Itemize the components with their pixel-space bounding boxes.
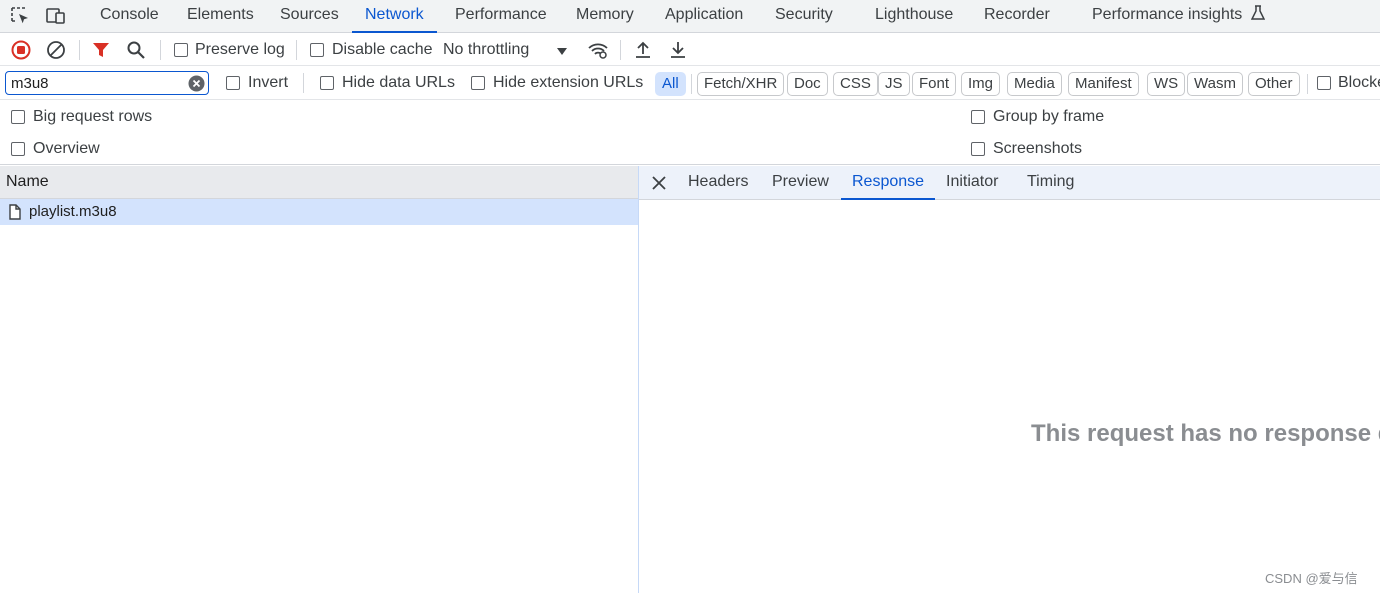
export-har-icon[interactable] bbox=[667, 39, 689, 61]
tab-headers[interactable]: Headers bbox=[677, 166, 759, 200]
type-filter-other[interactable]: Other bbox=[1248, 72, 1300, 96]
network-settings: Big request rows Overview Group by frame… bbox=[0, 100, 1380, 165]
disable-cache-checkbox[interactable] bbox=[310, 43, 324, 57]
type-filter-js[interactable]: JS bbox=[878, 72, 910, 96]
tab-recorder[interactable]: Recorder bbox=[984, 0, 1050, 33]
tab-performance-insights-label: Performance insights bbox=[1092, 6, 1243, 23]
group-by-frame-checkbox[interactable] bbox=[971, 110, 985, 124]
type-filter-css[interactable]: CSS bbox=[833, 72, 878, 96]
screenshots-checkbox[interactable] bbox=[971, 142, 985, 156]
preserve-log-checkbox[interactable] bbox=[174, 43, 188, 57]
screenshots-label: Screenshots bbox=[993, 140, 1082, 157]
table-row[interactable]: playlist.m3u8 bbox=[0, 199, 638, 225]
flask-icon bbox=[1250, 5, 1265, 20]
request-name: playlist.m3u8 bbox=[29, 203, 117, 220]
document-icon bbox=[8, 204, 22, 220]
hide-data-urls-checkbox[interactable] bbox=[320, 76, 334, 90]
type-filter-media[interactable]: Media bbox=[1007, 72, 1062, 96]
preserve-log-label: Preserve log bbox=[195, 41, 285, 58]
tab-performance[interactable]: Performance bbox=[455, 0, 547, 33]
throttling-select[interactable]: No throttling bbox=[443, 40, 529, 60]
clear-filter-icon[interactable] bbox=[188, 75, 205, 92]
filter-divider bbox=[1307, 74, 1308, 94]
tab-preview[interactable]: Preview bbox=[761, 166, 840, 200]
network-toolbar: Preserve log Disable cache No throttling bbox=[0, 33, 1380, 66]
blocked-requests-label: Blocke bbox=[1338, 74, 1380, 91]
group-by-frame-label: Group by frame bbox=[993, 108, 1105, 125]
inspect-element-icon[interactable] bbox=[10, 6, 32, 26]
tab-lighthouse[interactable]: Lighthouse bbox=[875, 0, 953, 33]
type-filter-doc[interactable]: Doc bbox=[787, 72, 828, 96]
hide-extension-urls-label: Hide extension URLs bbox=[493, 74, 644, 91]
blocked-requests-checkbox[interactable] bbox=[1317, 76, 1331, 90]
filter-divider bbox=[691, 74, 692, 94]
filter-bar: Invert Hide data URLs Hide extension URL… bbox=[0, 66, 1380, 100]
watermark: CSDN @爱与信 bbox=[1265, 571, 1358, 586]
tab-security[interactable]: Security bbox=[775, 0, 833, 33]
requests-table: Name playlist.m3u8 bbox=[0, 166, 638, 593]
column-header-name[interactable]: Name bbox=[6, 173, 49, 191]
tab-application[interactable]: Application bbox=[665, 0, 743, 33]
devtools-tab-bar: Console Elements Sources Network Perform… bbox=[0, 0, 1380, 33]
tab-timing[interactable]: Timing bbox=[1016, 166, 1085, 200]
close-icon[interactable] bbox=[651, 175, 667, 191]
type-filter-font[interactable]: Font bbox=[912, 72, 957, 96]
hide-data-urls-label: Hide data URLs bbox=[342, 74, 455, 91]
search-icon[interactable] bbox=[125, 39, 147, 61]
big-request-rows-label: Big request rows bbox=[33, 108, 153, 125]
requests-table-header: Name bbox=[0, 166, 638, 199]
type-filter-fetch-xhr[interactable]: Fetch/XHR bbox=[697, 72, 785, 96]
import-har-icon[interactable] bbox=[632, 39, 654, 61]
tab-console[interactable]: Console bbox=[100, 0, 159, 33]
toolbar-divider bbox=[296, 40, 297, 60]
big-request-rows-checkbox[interactable] bbox=[11, 110, 25, 124]
type-filter-wasm[interactable]: Wasm bbox=[1187, 72, 1243, 96]
filter-input[interactable] bbox=[11, 74, 181, 93]
toolbar-divider bbox=[620, 40, 621, 60]
toolbar-divider bbox=[79, 40, 80, 60]
clear-icon[interactable] bbox=[45, 39, 67, 61]
hide-extension-urls-checkbox[interactable] bbox=[471, 76, 485, 90]
empty-response-message: This request has no response d bbox=[1031, 420, 1380, 447]
dropdown-arrow-icon[interactable] bbox=[555, 44, 569, 55]
invert-label: Invert bbox=[248, 74, 289, 91]
overview-checkbox[interactable] bbox=[11, 142, 25, 156]
tab-sources[interactable]: Sources bbox=[280, 0, 339, 33]
type-filter-img[interactable]: Img bbox=[961, 72, 1001, 96]
request-detail-panel: Headers Preview Response Initiator Timin… bbox=[639, 166, 1380, 593]
invert-checkbox[interactable] bbox=[226, 76, 240, 90]
tab-initiator[interactable]: Initiator bbox=[935, 166, 1009, 200]
tab-response[interactable]: Response bbox=[841, 166, 936, 200]
device-toolbar-icon[interactable] bbox=[45, 6, 67, 26]
filter-icon[interactable] bbox=[90, 39, 112, 61]
toolbar-divider bbox=[160, 40, 161, 60]
type-filter-ws[interactable]: WS bbox=[1147, 72, 1186, 96]
tab-elements[interactable]: Elements bbox=[187, 0, 254, 33]
filter-divider bbox=[303, 73, 304, 93]
tab-memory[interactable]: Memory bbox=[576, 0, 634, 33]
tab-network[interactable]: Network bbox=[352, 0, 437, 33]
type-filter-all[interactable]: All bbox=[655, 72, 686, 96]
stop-recording-icon[interactable] bbox=[10, 39, 32, 61]
disable-cache-label: Disable cache bbox=[332, 41, 433, 58]
overview-label: Overview bbox=[33, 140, 100, 157]
type-filter-manifest[interactable]: Manifest bbox=[1068, 72, 1139, 96]
filter-input-box[interactable] bbox=[5, 71, 209, 95]
tab-performance-insights[interactable]: Performance insights bbox=[1092, 0, 1265, 33]
detail-tab-bar: Headers Preview Response Initiator Timin… bbox=[639, 166, 1380, 200]
network-conditions-icon[interactable] bbox=[587, 39, 609, 61]
